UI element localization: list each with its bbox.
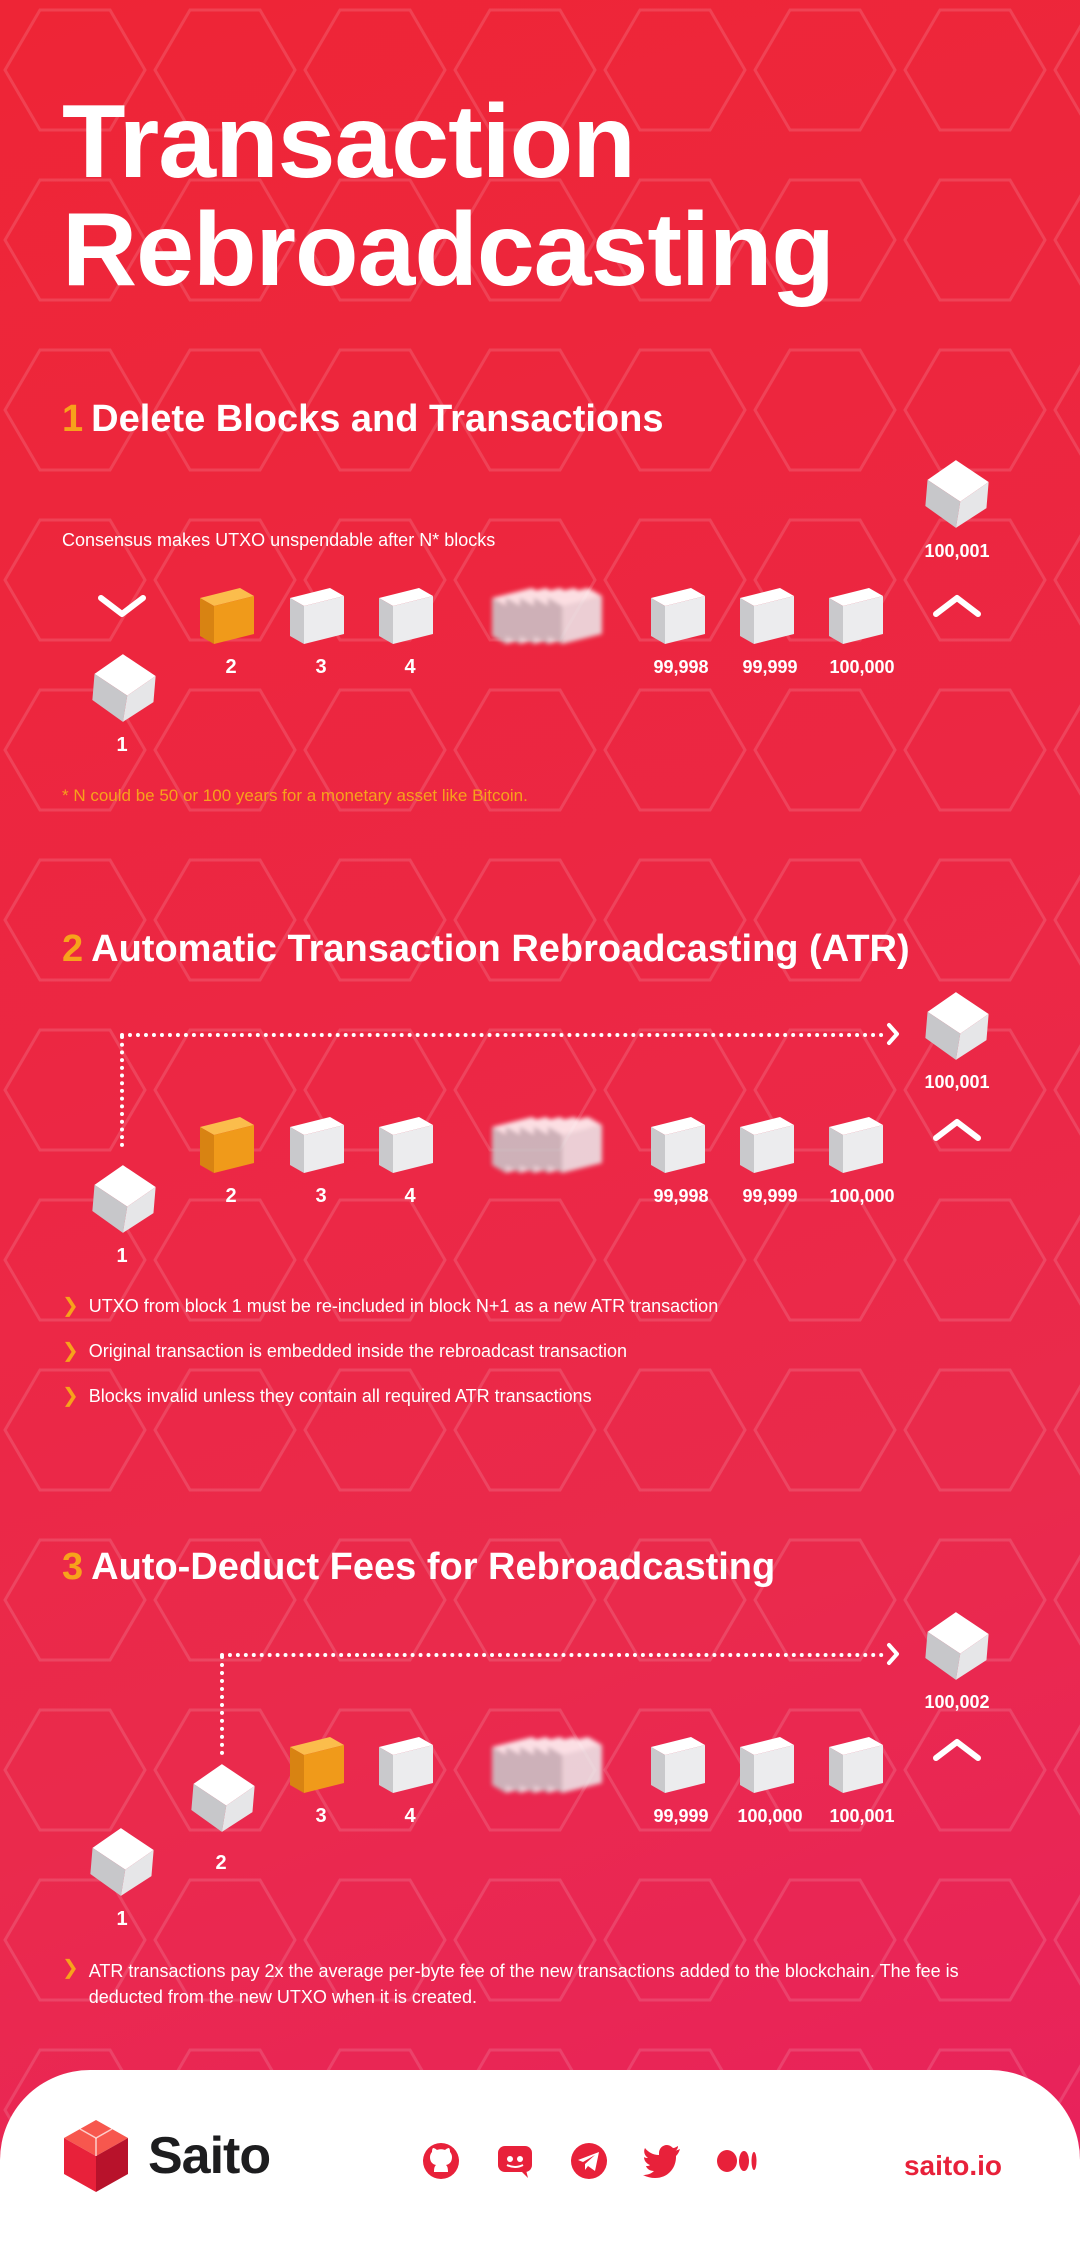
bullet-chevron-icon: ❯: [62, 1340, 79, 1362]
social-links: [420, 2140, 758, 2182]
chevron-up-icon: [933, 1119, 981, 1141]
brand-name: Saito: [148, 2127, 271, 2185]
chevron-right-icon: [887, 1023, 899, 1045]
block-label: 1: [116, 1908, 128, 1930]
bullet-chevron-icon: ❯: [62, 1295, 79, 1317]
section-1-footnote: * N could be 50 or 100 years for a monet…: [62, 786, 528, 805]
bullet-text: ATR transactions pay 2x the average per-…: [88, 1961, 959, 2007]
block-cube-100002-new: [925, 1612, 989, 1680]
block-cube-100000: [740, 1737, 794, 1793]
medium-icon[interactable]: [716, 2140, 758, 2182]
section-2-bullet: ❯ Original transaction is embedded inside…: [62, 1341, 627, 1362]
block-cube-100001: [829, 1737, 883, 1793]
bullet-text: Original transaction is embedded inside …: [88, 1341, 628, 1361]
section-3-title: Auto-Deduct Fees for Rebroadcasting: [91, 1546, 776, 1588]
block-cube-99999: [740, 1117, 794, 1173]
section-3-number: 3: [62, 1546, 84, 1588]
block-cube-1: [90, 1828, 154, 1896]
section-1-title: Delete Blocks and Transactions: [91, 398, 664, 440]
block-label: 4: [404, 1185, 416, 1207]
block-cube-99999: [740, 588, 794, 644]
block-cube-2: [200, 588, 254, 644]
block-cube-99998: [651, 1117, 705, 1173]
footer: Saito saito.io: [0, 2070, 1080, 2250]
block-label: 100,001: [924, 1072, 990, 1092]
rebroadcast-path-horizontal: [220, 1653, 884, 1657]
block-cubes-blurred: [492, 588, 602, 644]
rebroadcast-path-horizontal: [120, 1033, 884, 1037]
block-cube-99998: [651, 588, 705, 644]
section-2-title: Automatic Transaction Rebroadcasting (AT…: [91, 928, 910, 970]
github-icon[interactable]: [420, 2140, 462, 2182]
chevron-down-icon: [98, 595, 146, 617]
block-cube-1: [92, 1165, 156, 1233]
block-label: 100,002: [924, 1692, 990, 1712]
bullet-text: Blocks invalid unless they contain all r…: [88, 1386, 592, 1406]
title-line-2: Rebroadcasting: [62, 192, 835, 308]
block-cube-3: [290, 1117, 344, 1173]
section-1-heading: 1 Delete Blocks and Transactions: [62, 398, 663, 441]
section-3-heading: 3 Auto-Deduct Fees for Rebroadcasting: [62, 1546, 775, 1589]
title-line-1: Transaction: [62, 84, 636, 200]
chevron-up-icon: [933, 595, 981, 617]
bullet-chevron-icon: ❯: [62, 1385, 79, 1407]
telegram-icon[interactable]: [568, 2140, 610, 2182]
infographic: Transaction Rebroadcasting 1 Delete Block…: [0, 0, 1080, 2250]
block-cube-2: [200, 1117, 254, 1173]
section-2-heading: 2 Automatic Transaction Rebroadcasting (A…: [62, 928, 910, 971]
section-1-number: 1: [62, 398, 84, 440]
block-cube-100001-new: [925, 992, 989, 1060]
block-label: 100,001: [829, 1806, 895, 1826]
section-2-number: 2: [62, 928, 84, 970]
brand[interactable]: Saito: [62, 2118, 271, 2194]
twitter-icon[interactable]: [642, 2140, 684, 2182]
website-link[interactable]: saito.io: [904, 2150, 1002, 2182]
section-2-bullet: ❯ Blocks invalid unless they contain all …: [62, 1386, 592, 1407]
block-label: 100,000: [829, 657, 895, 677]
block-label: 4: [404, 656, 416, 678]
chevron-right-icon: [887, 1643, 899, 1665]
block-cubes-blurred: [492, 1737, 602, 1793]
block-cube-99999: [651, 1737, 705, 1793]
block-label: 1: [116, 734, 128, 756]
block-label: 100,000: [829, 1186, 895, 1206]
block-cube-100001-new: [925, 460, 989, 528]
block-cube-3: [290, 1737, 344, 1793]
block-label: 4: [404, 1805, 416, 1827]
section-1-caption: Consensus makes UTXO unspendable after N…: [62, 530, 496, 550]
block-cube-100000: [829, 588, 883, 644]
block-cube-100000: [829, 1117, 883, 1173]
bullet-chevron-icon: ❯: [62, 1957, 79, 1979]
section-2-bullet: ❯ UTXO from block 1 must be re-included i…: [62, 1296, 718, 1317]
saito-logo-icon: [64, 2120, 128, 2192]
block-cubes-blurred: [492, 1117, 602, 1173]
rebroadcast-path-vertical: [120, 1035, 124, 1147]
rebroadcast-path-vertical: [220, 1655, 224, 1755]
block-cube-3: [290, 588, 344, 644]
block-cube-1-deleted: [92, 654, 156, 722]
block-label: 1: [116, 1245, 128, 1267]
bullet-text: UTXO from block 1 must be re-included in…: [88, 1296, 719, 1316]
page-title: Transaction Rebroadcasting: [62, 88, 962, 304]
block-label: 100,001: [924, 541, 990, 561]
block-label: 2: [215, 1852, 227, 1874]
block-cube-4: [379, 1117, 433, 1173]
block-cube-2: [191, 1764, 255, 1832]
block-cube-4: [379, 1737, 433, 1793]
section-3-bullet: ❯ ATR transactions pay 2x the average per…: [62, 1958, 982, 2010]
discord-icon[interactable]: [494, 2140, 536, 2182]
block-cube-4: [379, 588, 433, 644]
chevron-up-icon: [933, 1739, 981, 1761]
